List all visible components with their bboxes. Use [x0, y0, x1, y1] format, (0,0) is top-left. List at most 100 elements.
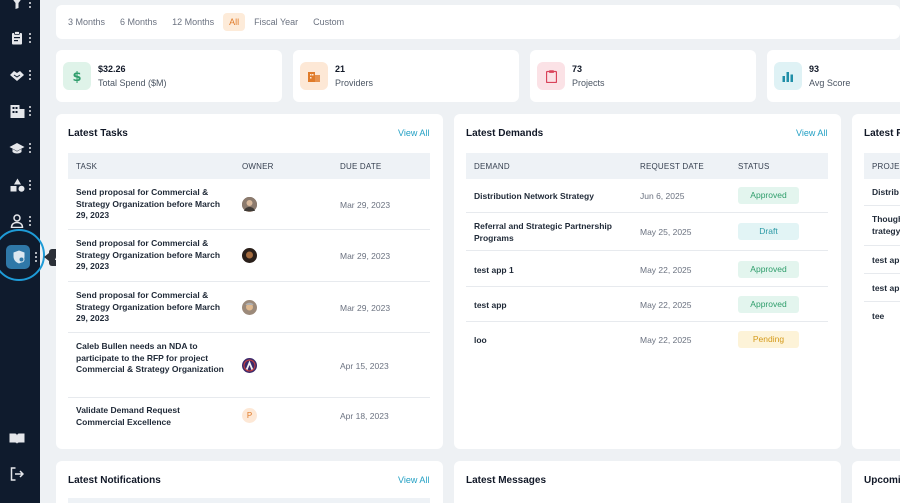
time-range-filter: 3 Months 6 Months 12 Months All Fiscal Y… — [56, 5, 900, 39]
request-date: May 25, 2025 — [640, 227, 692, 237]
sidebar-item-education[interactable] — [8, 138, 36, 158]
stat-value: 21 — [335, 64, 346, 74]
demand-name[interactable]: loo — [474, 335, 634, 347]
shapes-icon — [8, 176, 26, 194]
table-row[interactable]: test app May 22, 2025 Approved — [466, 287, 828, 322]
stat-value: 93 — [809, 64, 820, 74]
column-header-due-date: DUE DATE — [340, 162, 382, 171]
project-name[interactable]: test ap — [872, 283, 900, 295]
latest-projects-panel: Latest P PROJEC Distrib Though trategy t… — [852, 114, 900, 449]
column-header-project: PROJEC — [872, 162, 900, 171]
panel-title: Upcomi — [864, 475, 900, 486]
clipboard-icon — [8, 29, 26, 47]
clipboard-icon — [537, 62, 565, 90]
view-all-demands-link[interactable]: View All — [796, 128, 827, 138]
sidebar-item-docs[interactable] — [8, 428, 36, 448]
sidebar-item-filter[interactable] — [8, 0, 36, 13]
status-badge: Approved — [738, 296, 799, 313]
filter-all[interactable]: All — [223, 13, 246, 31]
sidebar-item-logout[interactable] — [8, 464, 36, 484]
more-icon[interactable] — [29, 106, 32, 116]
stat-value: $32.26 — [98, 64, 126, 74]
table-row[interactable]: Referral and Strategic Partnership Progr… — [466, 213, 828, 251]
status-badge: Draft — [738, 223, 799, 240]
status-badge: Approved — [738, 261, 799, 278]
task-name[interactable]: Send proposal for Commercial & Strategy … — [76, 187, 226, 222]
table-row[interactable]: loo May 22, 2025 Pending — [466, 322, 828, 358]
column-header-status: STATUS — [738, 162, 770, 171]
graduation-cap-icon — [8, 139, 26, 157]
more-icon[interactable] — [35, 252, 38, 262]
stat-card-avg-score[interactable]: 93 Avg Score — [767, 50, 900, 102]
task-name[interactable]: Send proposal for Commercial & Strategy … — [76, 290, 226, 325]
latest-tasks-panel: Latest Tasks View All TASK OWNER DUE DAT… — [56, 114, 443, 449]
table-row[interactable]: Validate Demand Request Commercial Excel… — [68, 398, 430, 438]
table-row[interactable]: tee — [864, 302, 900, 330]
table-row[interactable]: Send proposal for Commercial & Strategy … — [68, 230, 430, 282]
stat-label: Projects — [572, 78, 605, 88]
project-name[interactable]: Though trategy — [872, 214, 900, 237]
project-name[interactable]: tee — [872, 311, 900, 323]
filter-12-months[interactable]: 12 Months — [166, 13, 220, 31]
stat-card-total-spend[interactable]: $ $32.26 Total Spend ($M) — [56, 50, 282, 102]
filter-custom[interactable]: Custom — [307, 13, 350, 31]
table-row[interactable]: Caleb Bullen needs an NDA to participate… — [68, 333, 430, 398]
more-icon[interactable] — [29, 180, 32, 190]
project-name[interactable]: test ap — [872, 255, 900, 267]
sidebar-item-building[interactable] — [8, 101, 36, 121]
more-icon[interactable] — [29, 0, 32, 8]
task-name[interactable]: Caleb Bullen needs an NDA to participate… — [76, 341, 226, 376]
demand-name[interactable]: Referral and Strategic Partnership Progr… — [474, 221, 634, 244]
filter-3-months[interactable]: 3 Months — [62, 13, 111, 31]
column-header-task: TASK — [76, 162, 98, 171]
table-header — [68, 498, 430, 503]
task-name[interactable]: Validate Demand Request Commercial Excel… — [76, 405, 226, 428]
table-row[interactable]: Distribution Network Strategy Jun 6, 202… — [466, 179, 828, 213]
stat-card-providers[interactable]: 21 Providers — [293, 50, 519, 102]
due-date: Mar 29, 2023 — [340, 303, 391, 313]
view-all-notifications-link[interactable]: View All — [398, 475, 429, 485]
more-icon[interactable] — [29, 70, 32, 80]
owner-avatar: P — [242, 408, 257, 423]
view-all-tasks-link[interactable]: View All — [398, 128, 429, 138]
project-name[interactable]: Distrib — [872, 187, 900, 199]
sidebar-item-admin[interactable] — [10, 247, 38, 267]
filter-fiscal-year[interactable]: Fiscal Year — [248, 13, 304, 31]
bar-chart-icon — [774, 62, 802, 90]
request-date: May 22, 2025 — [640, 335, 692, 345]
table-row[interactable]: Send proposal for Commercial & Strategy … — [68, 282, 430, 333]
owner-avatar — [242, 358, 257, 373]
table-row[interactable]: Distrib — [864, 179, 900, 206]
owner-avatar — [242, 197, 257, 212]
stat-card-projects[interactable]: 73 Projects — [530, 50, 756, 102]
status-badge: Pending — [738, 331, 799, 348]
admin-shield-icon — [10, 248, 28, 266]
owner-avatar — [242, 300, 257, 315]
sidebar-item-shapes[interactable] — [8, 175, 36, 195]
panel-title: Latest Demands — [466, 128, 544, 139]
more-icon[interactable] — [29, 216, 32, 226]
demand-name[interactable]: Distribution Network Strategy — [474, 191, 634, 203]
more-icon[interactable] — [29, 143, 32, 153]
sidebar-item-clipboard[interactable] — [8, 28, 36, 48]
filter-6-months[interactable]: 6 Months — [114, 13, 163, 31]
panel-title: Latest P — [864, 128, 900, 139]
table-row[interactable]: test ap — [864, 274, 900, 302]
column-header-request-date: REQUEST DATE — [640, 162, 704, 171]
table-row[interactable]: test app 1 May 22, 2025 Approved — [466, 251, 828, 287]
request-date: Jun 6, 2025 — [640, 191, 685, 201]
more-icon[interactable] — [29, 33, 32, 43]
sidebar-item-handshake[interactable] — [8, 65, 36, 85]
table-row[interactable]: Send proposal for Commercial & Strategy … — [68, 179, 430, 230]
panel-title: Latest Messages — [466, 475, 547, 486]
stat-label: Total Spend ($M) — [98, 78, 167, 88]
stat-value: 73 — [572, 64, 583, 74]
demand-name[interactable]: test app 1 — [474, 265, 634, 277]
sidebar-item-user[interactable] — [8, 211, 36, 231]
demand-name[interactable]: test app — [474, 300, 634, 312]
table-row[interactable]: Though trategy — [864, 206, 900, 246]
stat-label: Providers — [335, 78, 374, 88]
logout-icon — [8, 465, 26, 483]
task-name[interactable]: Send proposal for Commercial & Strategy … — [76, 238, 226, 273]
table-row[interactable]: test ap — [864, 246, 900, 274]
